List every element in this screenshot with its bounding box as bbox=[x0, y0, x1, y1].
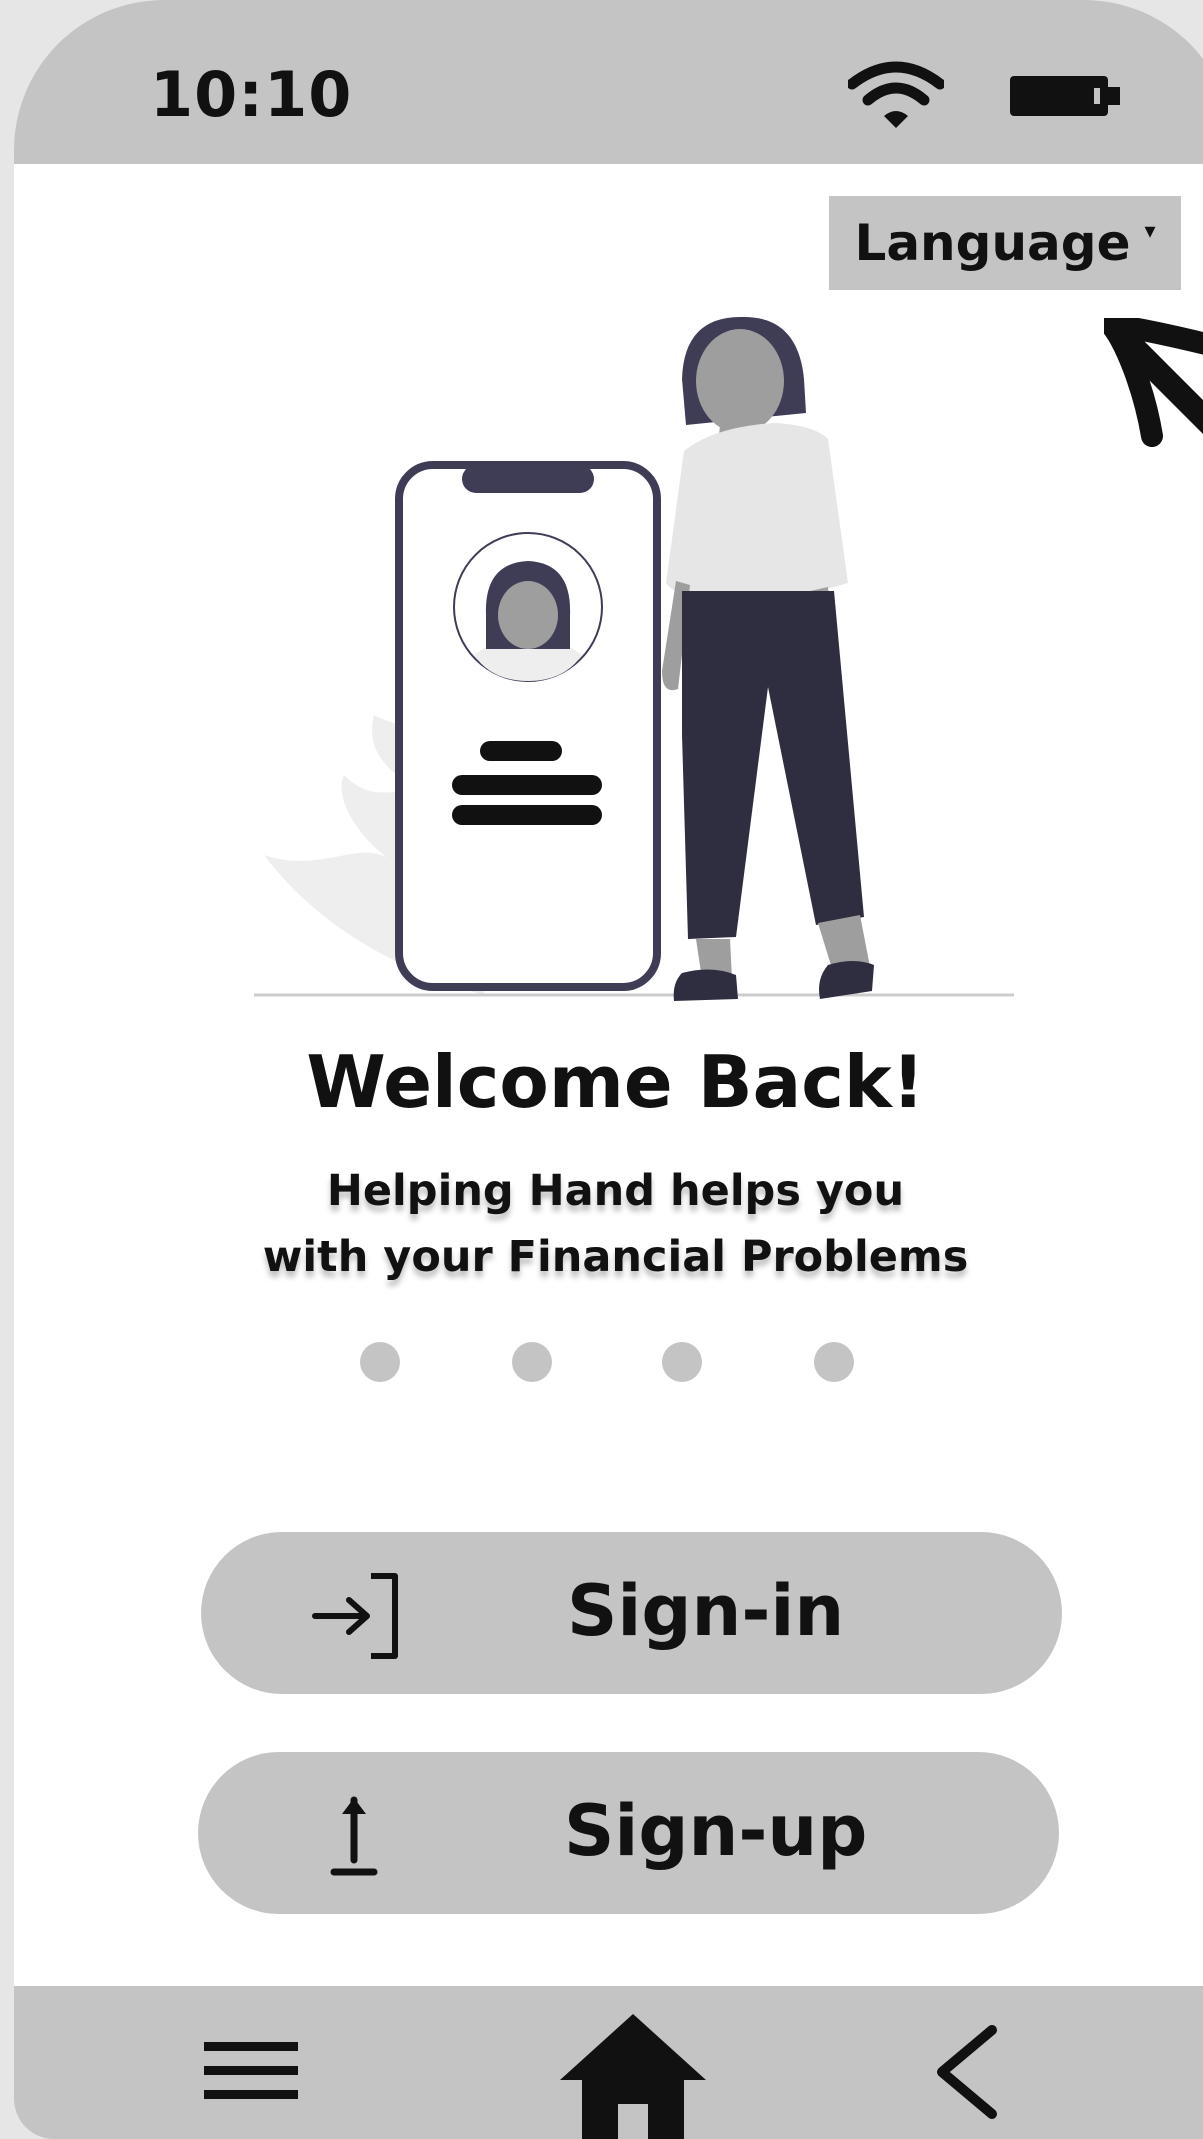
device-notch bbox=[462, 465, 594, 493]
welcome-illustration bbox=[254, 316, 1014, 1001]
pager-dot[interactable] bbox=[662, 1342, 702, 1382]
pager-dot[interactable] bbox=[512, 1342, 552, 1382]
pager-dots bbox=[14, 1342, 1203, 1382]
woman-pants bbox=[682, 591, 864, 939]
language-label: Language bbox=[854, 214, 1131, 272]
welcome-subtitle: Helping Hand helps you with your Financi… bbox=[14, 1158, 1203, 1290]
upload-arrow-icon bbox=[330, 1796, 378, 1876]
signin-button[interactable]: Sign-in bbox=[201, 1532, 1062, 1694]
home-icon[interactable] bbox=[558, 2010, 708, 2139]
back-icon[interactable] bbox=[932, 2024, 1002, 2120]
woman-right-shoe bbox=[819, 961, 874, 999]
menu-icon[interactable] bbox=[204, 2036, 298, 2106]
woman-left-shoe bbox=[673, 969, 738, 1001]
wifi-icon bbox=[848, 61, 944, 128]
avatar-face bbox=[498, 581, 558, 649]
bottom-nav-bar bbox=[14, 1986, 1203, 2139]
signup-button[interactable]: Sign-up bbox=[198, 1752, 1059, 1914]
welcome-subtitle-line2: with your Financial Problems bbox=[262, 1232, 969, 1282]
chevron-down-icon: ▾ bbox=[1144, 218, 1156, 243]
welcome-title: Welcome Back! bbox=[306, 1040, 925, 1124]
language-dropdown[interactable]: Language ▾ bbox=[829, 196, 1181, 290]
login-arrow-icon bbox=[312, 1573, 398, 1659]
signin-label: Sign-in bbox=[567, 1570, 845, 1652]
woman-shirt bbox=[666, 423, 848, 597]
status-bar: 10:10 bbox=[14, 0, 1203, 164]
woman-face bbox=[696, 329, 784, 433]
pager-dot[interactable] bbox=[814, 1342, 854, 1382]
phone-screen: 10:10 Language ▾ Welcome Back! Helping H… bbox=[14, 0, 1203, 2139]
arrow-annotation-icon bbox=[1104, 318, 1203, 447]
battery-icon bbox=[1010, 76, 1120, 116]
status-time: 10:10 bbox=[150, 58, 353, 131]
pager-dot[interactable] bbox=[360, 1342, 400, 1382]
signup-label: Sign-up bbox=[564, 1790, 868, 1872]
welcome-subtitle-line1: Helping Hand helps you bbox=[326, 1166, 905, 1216]
